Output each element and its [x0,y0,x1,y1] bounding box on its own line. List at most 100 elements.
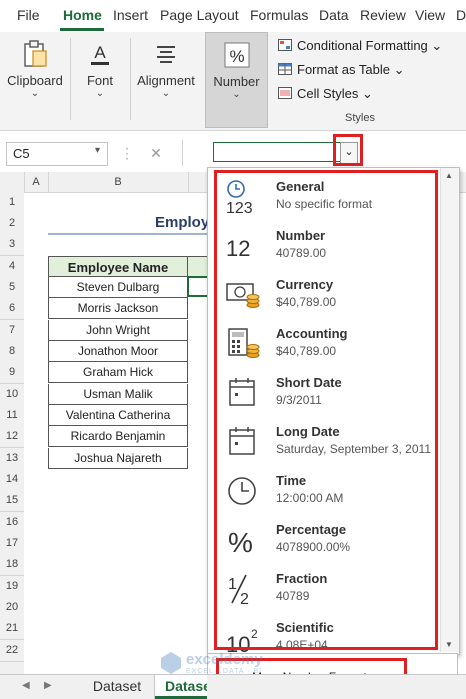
row-header[interactable]: 8 [0,341,24,363]
conditional-formatting-icon [278,39,292,51]
row-header[interactable]: 13 [0,448,24,470]
row-header[interactable]: 3 [0,234,24,256]
row-header[interactable]: 22 [0,640,24,662]
sheet-title-area: Employ [48,212,207,234]
tab-scroll-left-icon[interactable]: ◀ [22,680,30,691]
table-icon [278,63,292,75]
tab-data[interactable]: Data [319,7,349,23]
exceldemy-logo-icon [161,652,181,674]
tab-scroll-right-icon[interactable]: ▶ [44,680,52,691]
row-header[interactable]: 16 [0,512,24,534]
table-cell[interactable]: Joshua Najareth [48,448,188,469]
row-header[interactable]: 21 [0,618,24,640]
select-all-corner[interactable] [0,172,25,192]
table-cell[interactable]: Graham Hick [48,362,188,383]
highlight-box [333,134,363,166]
styles-group-label: Styles [345,112,375,124]
font-label: Font [86,73,113,88]
percent-icon: % [224,42,249,68]
row-header[interactable]: 15 [0,490,24,512]
divider [130,38,131,120]
chevron-down-icon: ⌄ [95,88,105,99]
table-cell[interactable]: John Wright [48,320,188,341]
row-header[interactable]: 6 [0,298,24,320]
font-group[interactable]: A Font ⌄ [76,32,124,128]
number-format-input[interactable] [213,142,341,162]
alignment-group[interactable]: Alignment ⌄ [134,32,198,128]
column-header[interactable]: B [48,172,189,192]
chevron-down-icon: ⌄ [30,88,40,99]
dropdown-scrollbar[interactable]: ▲ ▼ [440,168,459,652]
align-center-icon [157,46,175,63]
cell-styles-label: Cell Styles [297,86,359,101]
chevron-down-icon: ⌄ [393,62,405,77]
chevron-down-icon: ⌄ [161,88,171,99]
tab-home[interactable]: Home [63,7,102,23]
clipboard-icon [24,40,47,67]
chevron-down-icon: ⌄ [232,89,241,100]
conditional-formatting-label: Conditional Formatting [297,38,428,53]
table-cell[interactable]: Morris Jackson [48,298,188,319]
scroll-up-icon[interactable]: ▲ [445,171,453,180]
table-cell[interactable]: Jonathon Moor [48,341,188,362]
tab-page-layout[interactable]: Page Layout [160,7,239,23]
row-header[interactable]: 1 [0,192,24,214]
chevron-down-icon: ⌄ [362,86,373,101]
highlight-box [214,170,438,650]
divider [182,140,183,166]
row-header[interactable]: 4 [0,256,24,278]
sheet-tab-active[interactable]: Dataset [155,675,207,699]
row-header[interactable]: 14 [0,469,24,491]
clipboard-label: Clipboard [7,73,63,88]
active-cell-c5[interactable] [187,276,207,297]
row-header[interactable]: 10 [0,384,24,406]
row-header[interactable]: 20 [0,597,24,619]
svg-text:A: A [94,43,106,62]
table-cell[interactable]: Ricardo Benjamin [48,426,188,447]
name-box-value: C5 [13,146,30,161]
sheet-tab-bar: ◀ ▶ Dataset Dataset [0,674,466,699]
row-header[interactable]: 7 [0,320,24,342]
row-header[interactable]: 12 [0,426,24,448]
conditional-formatting-button[interactable]: Conditional Formatting ⌄ [278,38,442,54]
number-label: Number [213,74,260,89]
table-cell[interactable]: Steven Dulbarg [48,277,188,298]
clipboard-group[interactable]: Clipboard ⌄ [4,32,66,128]
row-header[interactable]: 5 [0,277,24,299]
header-cell-partial [188,256,207,277]
grip-icon: ⋮ [120,145,134,161]
row-header[interactable]: 18 [0,554,24,576]
format-as-table-label: Format as Table [297,62,390,77]
row-header[interactable]: 19 [0,576,24,598]
tab-file[interactable]: File [17,7,40,23]
row-header[interactable]: 9 [0,362,24,384]
title-underline [48,233,207,235]
tab-formulas[interactable]: Formulas [250,7,308,23]
tab-more[interactable]: D [456,7,466,23]
alignment-label: Alignment [137,73,195,88]
table-cell[interactable]: Usman Malik [48,384,188,405]
font-icon: A [91,43,109,65]
active-tab-indicator [60,28,104,31]
employee-name-header[interactable]: Employee Name [48,256,188,277]
watermark-brand: exceldemy [186,651,263,668]
sheet-tab[interactable]: Dataset [80,675,155,699]
cell-styles-button[interactable]: Cell Styles ⌄ [278,86,373,102]
sheet-title: Employ [155,214,207,231]
format-as-table-button[interactable]: Format as Table ⌄ [278,62,405,78]
row-header[interactable]: 11 [0,405,24,427]
name-box[interactable]: C5 ▾ [6,142,108,166]
tab-review[interactable]: Review [360,7,406,23]
divider [70,38,71,120]
row-header[interactable]: 17 [0,533,24,555]
scroll-down-icon[interactable]: ▼ [445,640,453,649]
tab-insert[interactable]: Insert [113,7,148,23]
cancel-button[interactable]: ✕ [142,143,170,163]
number-group[interactable]: % Number ⌄ [205,32,268,128]
row-header[interactable]: 2 [0,213,24,235]
ribbon: Clipboard ⌄ A Font ⌄ Alignment ⌄ % Numbe… [0,32,466,131]
table-cell[interactable]: Valentina Catherina [48,405,188,426]
tab-view[interactable]: View [415,7,445,23]
cell-styles-icon [278,87,292,99]
column-header[interactable]: A [24,172,49,192]
